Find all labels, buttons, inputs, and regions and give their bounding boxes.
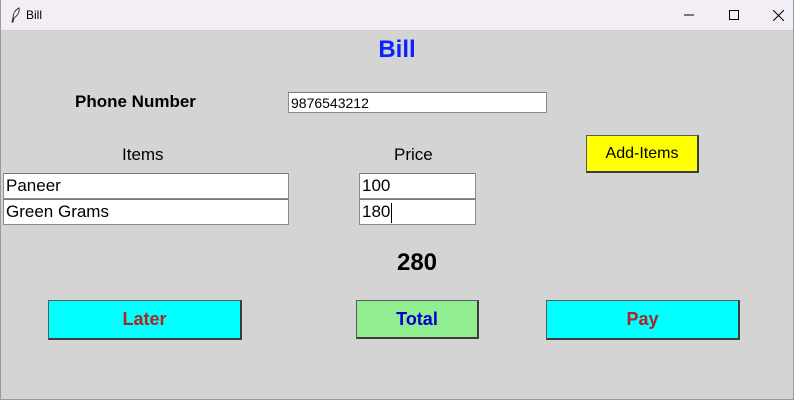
minimize-button[interactable] <box>667 0 711 30</box>
price-input-1[interactable]: 100 <box>359 173 476 199</box>
later-button[interactable]: Later <box>48 300 242 340</box>
maximize-icon <box>729 10 739 20</box>
price-input-2[interactable]: 180 <box>359 199 476 225</box>
total-amount: 280 <box>396 249 438 276</box>
item-input-1[interactable]: Paneer <box>3 173 289 199</box>
price-header: Price <box>394 145 433 164</box>
bill-window: Bill Bill Phone Number 9876543212 Items … <box>0 0 794 400</box>
bill-heading: Bill <box>378 36 416 63</box>
price-input-2-value: 180 <box>362 202 391 221</box>
phone-number-label: Phone Number <box>75 92 196 111</box>
add-items-label: Add-Items <box>605 144 679 162</box>
pay-label: Pay <box>626 309 659 329</box>
title-bar[interactable]: Bill <box>1 0 793 31</box>
total-label: Total <box>396 308 438 329</box>
close-button[interactable] <box>756 0 794 30</box>
close-icon <box>772 9 784 21</box>
item-input-2[interactable]: Green Grams <box>3 199 289 225</box>
total-button[interactable]: Total <box>356 300 479 339</box>
later-label: Later <box>122 309 167 329</box>
pay-button[interactable]: Pay <box>546 300 740 340</box>
items-header: Items <box>122 145 164 164</box>
text-cursor <box>391 202 393 223</box>
minimize-icon <box>684 14 694 16</box>
window-title: Bill <box>26 8 43 22</box>
feather-icon <box>11 7 20 23</box>
add-items-button[interactable]: Add-Items <box>586 135 699 173</box>
phone-number-input[interactable]: 9876543212 <box>288 92 547 113</box>
maximize-button[interactable] <box>712 0 756 30</box>
